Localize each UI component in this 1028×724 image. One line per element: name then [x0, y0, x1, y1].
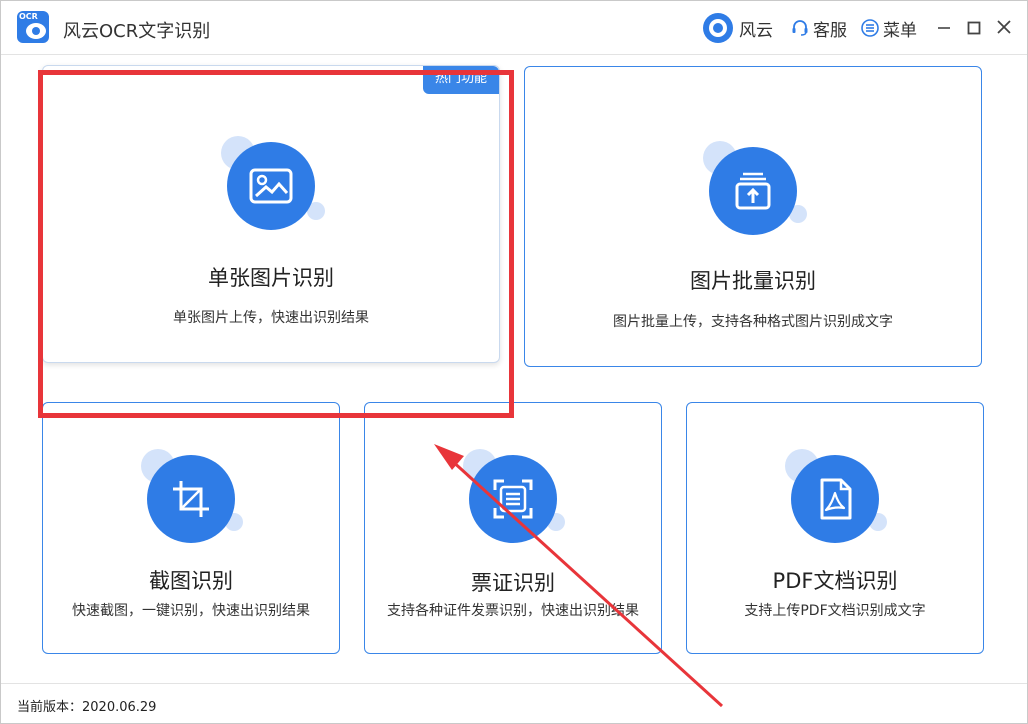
- app-window: OCR 风云OCR文字识别 风云 客服 菜单 热门功能 单张图片识别 单张图片上…: [0, 0, 1028, 724]
- customer-service-button[interactable]: 客服: [791, 13, 847, 43]
- scan-document-icon: [469, 455, 557, 543]
- hot-feature-badge: 热门功能: [423, 66, 499, 94]
- single-image-desc: 单张图片上传，快速出识别结果: [173, 310, 369, 326]
- pdf-card[interactable]: PDF文档识别 支持上传PDF文档识别成文字: [686, 402, 984, 654]
- pdf-icon: [791, 455, 879, 543]
- batch-image-card[interactable]: 图片批量识别 图片批量上传，支持各种格式图片识别成文字: [524, 66, 982, 367]
- ticket-desc: 支持各种证件发票识别，快速出识别结果: [387, 603, 639, 619]
- pdf-desc: 支持上传PDF文档识别成文字: [744, 603, 926, 619]
- close-icon[interactable]: [995, 17, 1015, 37]
- version-label: 当前版本：2020.06.29: [17, 700, 157, 715]
- upload-stack-icon: [709, 147, 797, 235]
- minimize-icon[interactable]: [935, 17, 955, 37]
- single-image-title: 单张图片识别: [208, 266, 334, 290]
- menu-label: 菜单: [883, 20, 917, 41]
- batch-image-desc: 图片批量上传，支持各种格式图片识别成文字: [613, 314, 893, 330]
- image-icon: [227, 142, 315, 230]
- ticket-card[interactable]: 票证识别 支持各种证件发票识别，快速出识别结果: [364, 402, 662, 654]
- customer-service-label: 客服: [813, 20, 847, 41]
- title-bar: OCR 风云OCR文字识别 风云 客服 菜单: [1, 1, 1027, 55]
- pdf-title: PDF文档识别: [772, 569, 898, 593]
- crop-icon: [147, 455, 235, 543]
- fengyun-label: 风云: [739, 20, 773, 41]
- screenshot-card[interactable]: 截图识别 快速截图，一键识别，快速出识别结果: [42, 402, 340, 654]
- app-logo-icon: OCR: [17, 11, 49, 43]
- menu-button[interactable]: 菜单: [861, 13, 917, 43]
- screenshot-desc: 快速截图，一键识别，快速出识别结果: [72, 603, 310, 619]
- batch-image-title: 图片批量识别: [690, 269, 816, 293]
- headset-icon: [792, 20, 808, 36]
- app-title: 风云OCR文字识别: [63, 21, 211, 42]
- screenshot-title: 截图识别: [149, 569, 233, 593]
- fengyun-logo-icon: [703, 13, 733, 43]
- menu-icon: [861, 19, 879, 37]
- status-bar: 当前版本：2020.06.29: [1, 683, 1027, 723]
- ticket-title: 票证识别: [471, 571, 555, 595]
- logo-text: OCR: [19, 12, 38, 21]
- single-image-card[interactable]: 热门功能 单张图片识别 单张图片上传，快速出识别结果: [42, 65, 500, 363]
- maximize-icon[interactable]: [965, 17, 985, 37]
- fengyun-button[interactable]: 风云: [703, 13, 773, 43]
